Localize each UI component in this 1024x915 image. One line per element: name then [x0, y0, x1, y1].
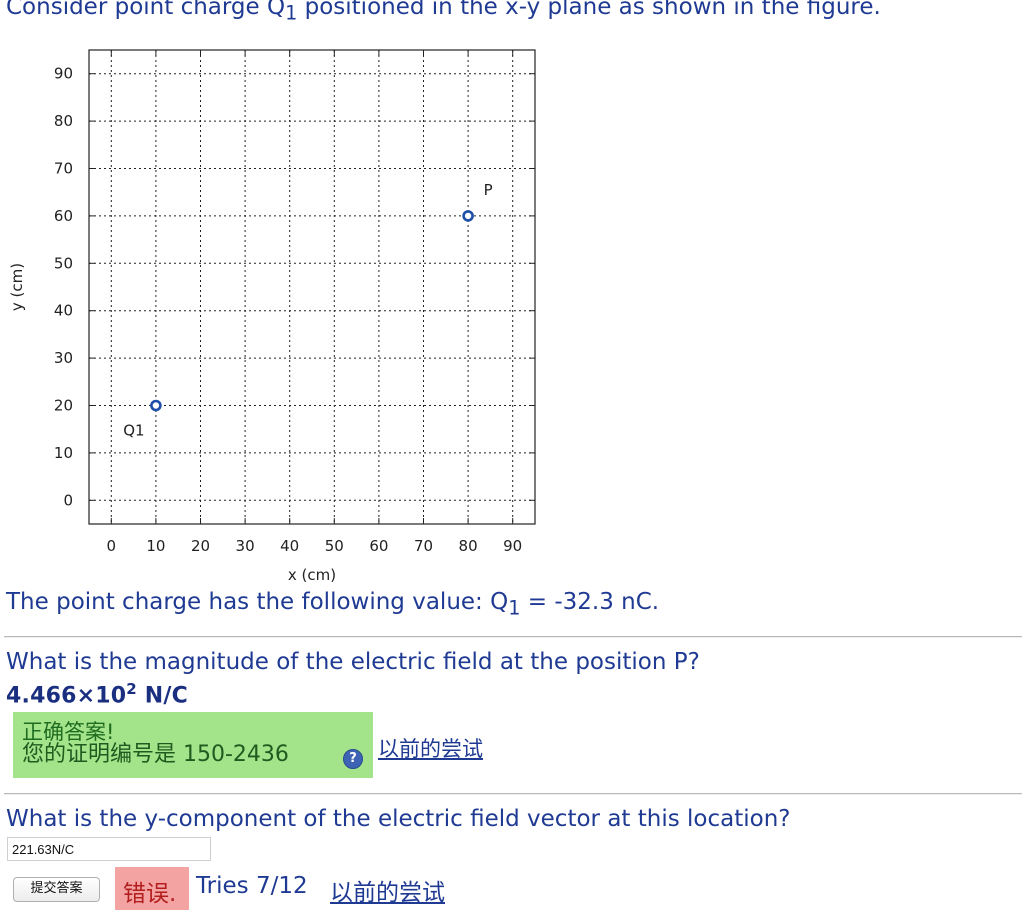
question-1-text: What is the magnitude of the electric fi… — [6, 649, 700, 675]
question-1-answer: 4.466×102 N/C — [6, 680, 188, 709]
x-tick-label: 50 — [325, 537, 344, 555]
point-label-p: P — [484, 181, 493, 199]
correct-feedback-box: 正确答案! 您的证明编号是 150-2436 ? — [13, 712, 373, 778]
proof-number-text: 您的证明编号是 150-2436 — [22, 742, 289, 767]
x-tick-label: 0 — [107, 537, 117, 555]
point-label-q1: Q1 — [123, 422, 144, 440]
y-tick-label: 70 — [54, 160, 73, 178]
x-axis-label: x (cm) — [288, 566, 336, 584]
previous-attempts-link[interactable]: 以前的尝试 — [378, 733, 483, 763]
help-icon[interactable]: ? — [343, 749, 363, 769]
divider — [4, 636, 1022, 638]
y-tick-label: 0 — [63, 491, 73, 509]
x-tick-label: 30 — [236, 537, 255, 555]
divider — [4, 793, 1022, 795]
y-tick-label: 30 — [54, 349, 73, 367]
x-tick-label: 80 — [459, 537, 478, 555]
x-tick-label: 40 — [280, 537, 299, 555]
charge-position-plot: 0 10 20 30 40 50 60 70 80 90 0102030405060708090 … — [8, 49, 536, 584]
plot-points: Q1 P — [123, 181, 492, 440]
tries-counter: Tries 7/12 — [196, 873, 308, 899]
question-2-text: What is the y-component of the electric … — [6, 806, 791, 832]
point-marker-p — [462, 210, 474, 222]
previous-attempts-link[interactable]: 以前的尝试 — [330, 873, 445, 907]
wrong-label: 错误. — [123, 881, 177, 907]
x-tick-label: 10 — [146, 537, 165, 555]
wrong-feedback-box: 错误. — [115, 867, 189, 910]
y-tick-label: 80 — [54, 112, 73, 130]
y-tick-label: 10 — [54, 444, 73, 462]
x-tick-labels: 0 10 20 30 40 50 60 70 80 90 — [107, 537, 523, 555]
point-marker-q1 — [150, 399, 162, 412]
correct-title: 正确答案! — [22, 720, 115, 744]
x-tick-label: 70 — [414, 537, 433, 555]
x-tick-label: 20 — [191, 537, 210, 555]
x-tick-label: 60 — [369, 537, 388, 555]
y-axis-label: y (cm) — [8, 263, 26, 311]
y-tick-label: 90 — [54, 65, 73, 83]
y-tick-label: 50 — [54, 254, 73, 272]
answer-input[interactable] — [7, 837, 211, 861]
charge-value-text: The point charge has the following value… — [6, 589, 660, 620]
y-tick-label: 40 — [54, 302, 73, 320]
y-tick-labels: 0 10 20 30 40 50 60 70 80 90 — [54, 65, 73, 510]
plot-grid — [89, 50, 535, 524]
x-tick-label: 90 — [503, 537, 522, 555]
submit-answer-button[interactable]: 提交答案 — [13, 877, 100, 902]
y-tick-label: 60 — [54, 207, 73, 225]
y-tick-label: 20 — [54, 397, 73, 415]
intro-text: Consider point charge Q1 positioned in t… — [6, 0, 881, 25]
